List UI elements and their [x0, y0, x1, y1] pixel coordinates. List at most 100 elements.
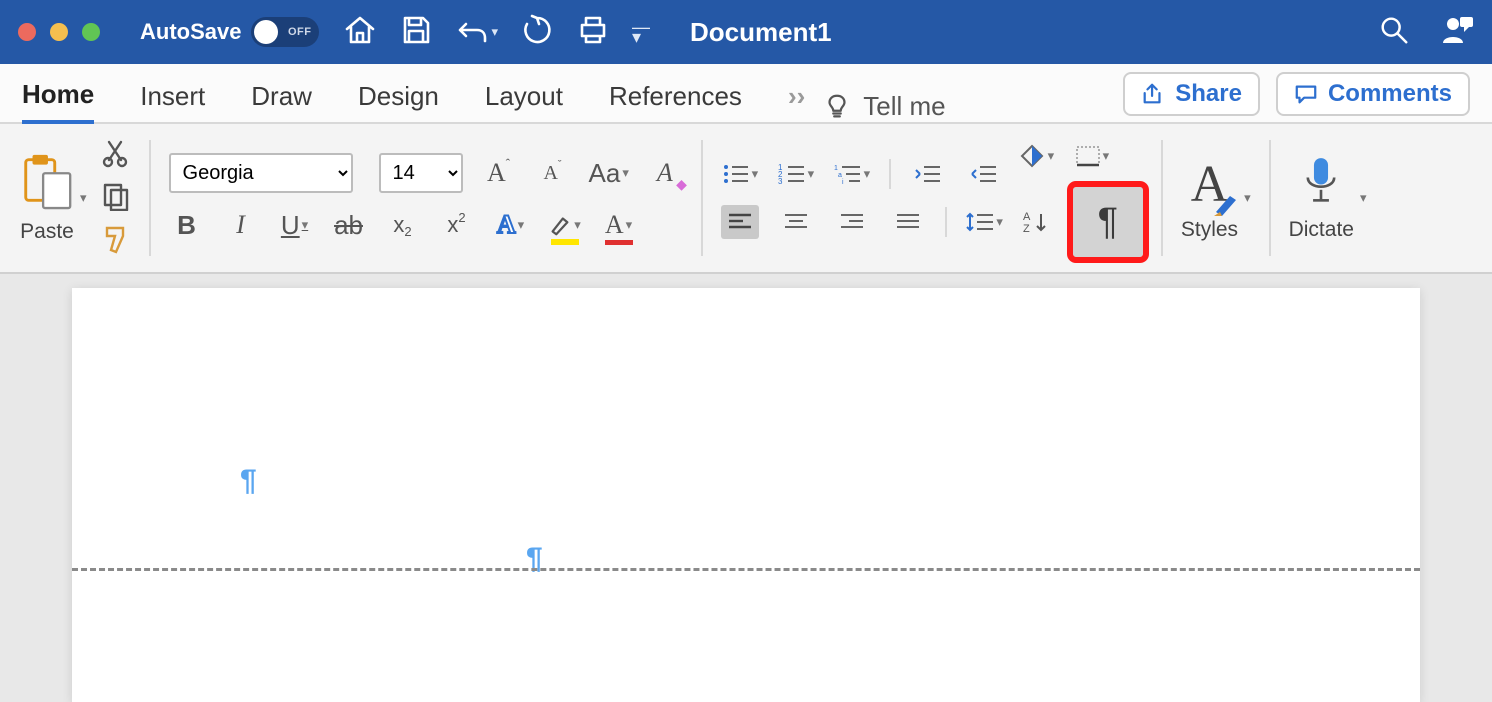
copy-button[interactable]	[101, 181, 131, 216]
decrease-indent-button[interactable]	[909, 157, 947, 191]
chevron-down-icon: ▾	[752, 166, 759, 182]
chevron-down-icon: ▾	[864, 166, 871, 182]
chevron-down-icon: ▾	[626, 217, 633, 233]
strikethrough-button[interactable]: ab	[331, 207, 367, 243]
line-spacing-button[interactable]: ▾	[965, 205, 1003, 239]
tab-insert[interactable]: Insert	[140, 71, 205, 122]
highlight-button[interactable]: ▾	[547, 207, 583, 243]
italic-button[interactable]: I	[223, 207, 259, 243]
search-icon[interactable]	[1378, 14, 1410, 51]
document-page[interactable]: ¶ ¶	[72, 288, 1420, 702]
svg-text:i: i	[842, 179, 844, 185]
account-icon[interactable]	[1440, 13, 1474, 52]
align-right-button[interactable]	[833, 205, 871, 239]
tell-me-label: Tell me	[863, 91, 945, 122]
tell-me-search[interactable]: Tell me	[823, 91, 945, 122]
comments-button[interactable]: Comments	[1276, 72, 1470, 116]
print-icon[interactable]	[576, 13, 610, 52]
minimize-window-button[interactable]	[50, 23, 68, 41]
superscript-button[interactable]: x2	[439, 207, 475, 243]
tab-layout[interactable]: Layout	[485, 71, 563, 122]
chevron-down-icon: ▾	[518, 217, 525, 233]
cut-button[interactable]	[101, 138, 131, 173]
increase-font-button[interactable]: Aˆ	[481, 155, 517, 191]
tab-references[interactable]: References	[609, 71, 742, 122]
autosave-label: AutoSave	[140, 19, 241, 45]
svg-text:3: 3	[778, 177, 783, 185]
microphone-icon	[1299, 154, 1343, 214]
format-painter-button[interactable]	[101, 224, 131, 259]
numbering-button[interactable]: 123▾	[777, 157, 815, 191]
chevron-down-icon: ▾	[302, 217, 309, 233]
undo-icon[interactable]: ▾	[455, 15, 498, 49]
section-break-line	[72, 568, 1420, 571]
styles-button[interactable]: A Styles	[1181, 155, 1238, 242]
dictate-label: Dictate	[1289, 218, 1354, 242]
svg-text:A: A	[1023, 211, 1031, 223]
paragraph-marks-toggle[interactable]: ¶	[1073, 187, 1143, 257]
change-case-button[interactable]: Aa ▾	[589, 155, 629, 191]
tab-design[interactable]: Design	[358, 71, 439, 122]
quick-access-toolbar: ▾ —▾	[343, 13, 650, 52]
subscript-button[interactable]: x2	[385, 207, 421, 243]
close-window-button[interactable]	[18, 23, 36, 41]
tab-draw[interactable]: Draw	[251, 71, 312, 122]
text-effects-button[interactable]: A ▾	[493, 207, 529, 243]
font-size-select[interactable]: 14	[379, 153, 463, 193]
autosave-control: AutoSave OFF	[140, 17, 319, 47]
styles-icon: A	[1191, 155, 1229, 214]
document-title: Document1	[690, 17, 832, 48]
font-group: Georgia 14 Aˆ Aˇ Aa ▾ A ◆ B I U ▾ ab x2	[151, 124, 701, 272]
tab-home[interactable]: Home	[22, 69, 94, 124]
dictate-menu-chevron[interactable]: ▾	[1360, 190, 1367, 206]
chevron-down-icon: ▾	[574, 217, 581, 233]
svg-text:1: 1	[834, 165, 838, 172]
titlebar: AutoSave OFF ▾ —▾ Document1	[0, 0, 1492, 64]
document-canvas: ¶ ¶	[0, 274, 1492, 702]
chevron-down-icon: ▾	[1103, 148, 1110, 164]
clipboard-icon	[18, 152, 76, 216]
ribbon-tabs: Home Insert Draw Design Layout Reference…	[0, 64, 1492, 124]
styles-menu-chevron[interactable]: ▾	[1244, 190, 1251, 206]
bullets-button[interactable]: ▾	[721, 157, 759, 191]
shading-button[interactable]: ▾	[1017, 139, 1055, 173]
align-center-button[interactable]	[777, 205, 815, 239]
toggle-knob	[254, 20, 278, 44]
borders-button[interactable]: ▾	[1073, 139, 1111, 173]
paste-label: Paste	[20, 220, 74, 244]
share-label: Share	[1175, 80, 1242, 108]
styles-group: A Styles ▾	[1163, 124, 1269, 272]
tabs-overflow[interactable]: ››	[788, 71, 805, 122]
home-icon[interactable]	[343, 13, 377, 52]
underline-button[interactable]: U ▾	[277, 207, 313, 243]
repeat-icon[interactable]	[520, 13, 554, 52]
decrease-font-button[interactable]: Aˇ	[535, 155, 571, 191]
clear-formatting-button[interactable]: A ◆	[647, 155, 683, 191]
customize-qat-icon[interactable]: —▾	[632, 22, 650, 42]
share-button[interactable]: Share	[1123, 72, 1260, 116]
chevron-down-icon: ▾	[996, 214, 1003, 230]
chevron-down-icon[interactable]: ▾	[491, 24, 498, 40]
align-left-button[interactable]	[721, 205, 759, 239]
increase-indent-button[interactable]	[965, 157, 1003, 191]
paste-button[interactable]: Paste	[18, 152, 76, 244]
paragraph-group: ▾ 123▾ 1ai▾ ▾ ▾ ▾ AZ	[703, 124, 1161, 272]
chevron-down-icon: ▾	[1048, 148, 1055, 164]
sort-button[interactable]: AZ	[1017, 205, 1055, 239]
autosave-state: OFF	[288, 26, 312, 38]
chevron-down-icon: ▾	[622, 165, 629, 181]
paste-menu-chevron[interactable]: ▾	[80, 190, 87, 206]
font-family-select[interactable]: Georgia	[169, 153, 353, 193]
bold-button[interactable]: B	[169, 207, 205, 243]
fullscreen-window-button[interactable]	[82, 23, 100, 41]
multilevel-list-button[interactable]: 1ai▾	[833, 157, 871, 191]
dictate-group: Dictate ▾	[1271, 124, 1385, 272]
styles-label: Styles	[1181, 218, 1238, 242]
chevron-down-icon: ▾	[808, 166, 815, 182]
dictate-button[interactable]: Dictate	[1289, 154, 1354, 242]
autosave-toggle[interactable]: OFF	[251, 17, 319, 47]
clipboard-group: Paste ▾	[0, 124, 149, 272]
justify-button[interactable]	[889, 205, 927, 239]
font-color-button[interactable]: A ▾	[601, 207, 637, 243]
save-icon[interactable]	[399, 13, 433, 52]
